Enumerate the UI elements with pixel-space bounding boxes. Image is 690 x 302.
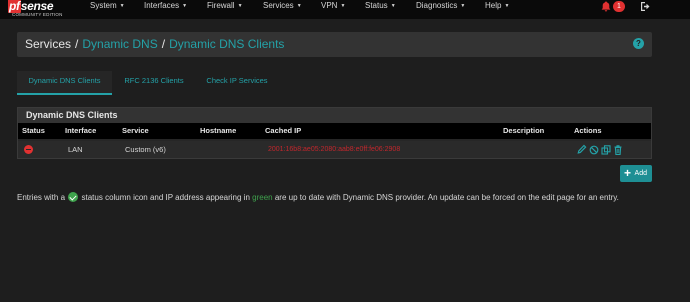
- breadcrumb-services: Services: [25, 37, 72, 51]
- menu-status-label: Status: [365, 1, 388, 10]
- caret-down-icon: ▼: [237, 3, 243, 9]
- menu-interfaces[interactable]: Interfaces ▼: [144, 0, 187, 12]
- menu-system[interactable]: System ▼: [90, 0, 125, 12]
- info-text-part1: Entries with a: [17, 193, 66, 202]
- menu-interfaces-label: Interfaces: [144, 1, 180, 10]
- help-icon[interactable]: ?: [633, 38, 644, 49]
- column-header-status[interactable]: Status: [22, 123, 45, 139]
- menu-vpn[interactable]: VPN ▼: [321, 0, 345, 12]
- breadcrumb-dynamic-dns-clients[interactable]: Dynamic DNS Clients: [169, 37, 284, 51]
- column-header-hostname[interactable]: Hostname: [200, 123, 236, 139]
- info-text-green-word: green: [252, 193, 273, 202]
- cell-interface: LAN: [68, 145, 83, 154]
- status-error-icon: [24, 145, 33, 154]
- tab-check-ip-services-label: Check IP Services: [206, 76, 268, 85]
- caret-down-icon: ▼: [340, 3, 346, 9]
- notification-count-badge[interactable]: 1: [613, 1, 625, 12]
- tab-dynamic-dns-clients[interactable]: Dynamic DNS Clients: [17, 71, 112, 95]
- caret-down-icon: ▼: [119, 3, 125, 9]
- column-header-interface[interactable]: Interface: [65, 123, 96, 139]
- tab-dynamic-dns-clients-label: Dynamic DNS Clients: [28, 76, 101, 85]
- info-text-part3: are up to date with Dynamic DNS provider…: [274, 193, 619, 202]
- menu-system-label: System: [90, 1, 117, 10]
- menu-help-label: Help: [485, 1, 502, 10]
- caret-down-icon: ▼: [296, 3, 302, 9]
- check-circle-icon: [68, 192, 79, 202]
- table-header: Status Interface Service Hostname Cached…: [18, 123, 651, 139]
- top-navbar: pfsense COMMUNITY EDITION System ▼ Interf…: [0, 0, 690, 19]
- pfsense-logo[interactable]: pfsense COMMUNITY EDITION: [6, 0, 78, 19]
- add-button-label: Add: [634, 170, 647, 177]
- cell-cached-ip: 2001:16b8:ae05:2080:aab8:e0ff:fe06:2908: [268, 146, 401, 153]
- caret-down-icon: ▼: [504, 3, 510, 9]
- logo-wordmark: pfsense: [8, 0, 54, 13]
- copy-icon[interactable]: [601, 143, 611, 155]
- bell-icon[interactable]: [601, 0, 611, 12]
- dynamic-dns-clients-panel: Dynamic DNS Clients Status Interface Ser…: [17, 107, 652, 159]
- caret-down-icon: ▼: [182, 3, 188, 9]
- menu-services[interactable]: Services ▼: [263, 0, 302, 12]
- logo-edition: COMMUNITY EDITION: [12, 12, 63, 17]
- breadcrumb-dynamic-dns[interactable]: Dynamic DNS: [82, 37, 157, 51]
- menu-status[interactable]: Status ▼: [365, 0, 396, 12]
- caret-down-icon: ▼: [460, 3, 466, 9]
- menu-firewall-label: Firewall: [207, 1, 235, 10]
- column-header-cached-ip[interactable]: Cached IP: [265, 123, 301, 139]
- menu-help[interactable]: Help ▼: [485, 0, 509, 12]
- column-header-service[interactable]: Service: [122, 123, 149, 139]
- breadcrumb-separator: /: [75, 37, 79, 51]
- breadcrumb-panel: Services / Dynamic DNS / Dynamic DNS Clients: [17, 32, 652, 57]
- info-text: Entries with a status column icon and IP…: [17, 192, 619, 204]
- menu-services-label: Services: [263, 1, 294, 10]
- edit-pencil-icon[interactable]: [577, 143, 587, 155]
- plus-icon: +: [624, 166, 632, 180]
- info-text-part2: status column icon and IP address appear…: [81, 193, 250, 202]
- tab-rfc2136-clients-label: RFC 2136 Clients: [124, 76, 184, 85]
- logout-icon[interactable]: [640, 0, 651, 12]
- add-button[interactable]: + Add: [620, 165, 652, 182]
- table-row[interactable]: LAN Custom (v6) 2001:16b8:ae05:2080:aab8…: [18, 141, 651, 158]
- disable-ban-icon[interactable]: [589, 143, 599, 155]
- breadcrumb-separator: /: [161, 37, 166, 51]
- menu-diagnostics-label: Diagnostics: [416, 1, 458, 10]
- column-header-actions: Actions: [574, 126, 602, 135]
- tab-check-ip-services[interactable]: Check IP Services: [196, 71, 278, 95]
- breadcrumb: Services / Dynamic DNS / Dynamic DNS Clients: [25, 37, 284, 51]
- menu-firewall[interactable]: Firewall ▼: [207, 0, 243, 12]
- cell-service: Custom (v6): [125, 145, 166, 154]
- menu-diagnostics[interactable]: Diagnostics ▼: [416, 0, 465, 12]
- panel-title: Dynamic DNS Clients: [18, 108, 651, 123]
- trash-icon[interactable]: [613, 143, 623, 155]
- caret-down-icon: ▼: [390, 3, 396, 9]
- tab-rfc2136-clients[interactable]: RFC 2136 Clients: [114, 71, 194, 95]
- column-header-description[interactable]: Description: [503, 123, 544, 139]
- menu-vpn-label: VPN: [321, 1, 338, 10]
